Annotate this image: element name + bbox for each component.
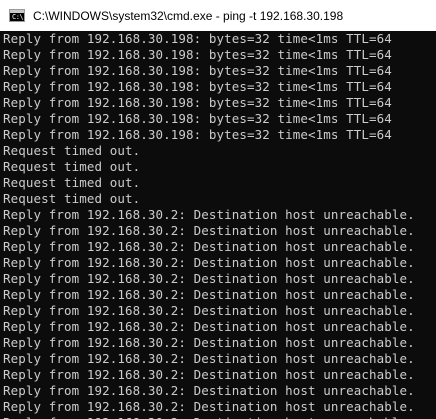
console-line: Reply from 192.168.30.2: Destination hos… — [3, 415, 436, 419]
console-line: Reply from 192.168.30.2: Destination hos… — [3, 271, 415, 286]
console-line: Reply from 192.168.30.198: bytes=32 time… — [3, 127, 392, 142]
cmd-prompt-icon[interactable]: C:\ — [9, 9, 25, 22]
console-line: Reply from 192.168.30.198: bytes=32 time… — [3, 95, 392, 110]
console-line: Reply from 192.168.30.198: bytes=32 time… — [3, 79, 392, 94]
window-title: C:\WINDOWS\system32\cmd.exe - ping -t 19… — [33, 8, 344, 23]
console-line: Reply from 192.168.30.2: Destination hos… — [3, 319, 415, 334]
console-line: Reply from 192.168.30.2: Destination hos… — [3, 399, 415, 414]
console-line: Reply from 192.168.30.2: Destination hos… — [3, 335, 415, 350]
console-line: Request timed out. — [3, 175, 141, 190]
console-line: Request timed out. — [3, 159, 141, 174]
console-line: Request timed out. — [3, 143, 141, 158]
console-line: Reply from 192.168.30.198: bytes=32 time… — [3, 63, 392, 78]
console-line: Reply from 192.168.30.2: Destination hos… — [3, 303, 415, 318]
console-line: Reply from 192.168.30.2: Destination hos… — [3, 207, 415, 222]
console-line: Reply from 192.168.30.2: Destination hos… — [3, 287, 415, 302]
console-line: Reply from 192.168.30.198: bytes=32 time… — [3, 111, 392, 126]
title-bar[interactable]: C:\ C:\WINDOWS\system32\cmd.exe - ping -… — [0, 0, 436, 31]
console-line: Reply from 192.168.30.2: Destination hos… — [3, 383, 415, 398]
console-line: Reply from 192.168.30.198: bytes=32 time… — [3, 31, 392, 46]
console-line: Reply from 192.168.30.198: bytes=32 time… — [3, 47, 392, 62]
cmd-window: C:\ C:\WINDOWS\system32\cmd.exe - ping -… — [0, 0, 436, 419]
console-line: Reply from 192.168.30.2: Destination hos… — [3, 367, 415, 382]
console-line: Reply from 192.168.30.2: Destination hos… — [3, 351, 415, 366]
cmd-prompt-icon-glyph: C:\ — [12, 13, 24, 21]
console-line: Reply from 192.168.30.2: Destination hos… — [3, 223, 415, 238]
console-line: Request timed out. — [3, 191, 141, 206]
console-output[interactable]: Reply from 192.168.30.198: bytes=32 time… — [0, 31, 436, 419]
console-line: Reply from 192.168.30.2: Destination hos… — [3, 239, 415, 254]
console-line: Reply from 192.168.30.2: Destination hos… — [3, 255, 415, 270]
